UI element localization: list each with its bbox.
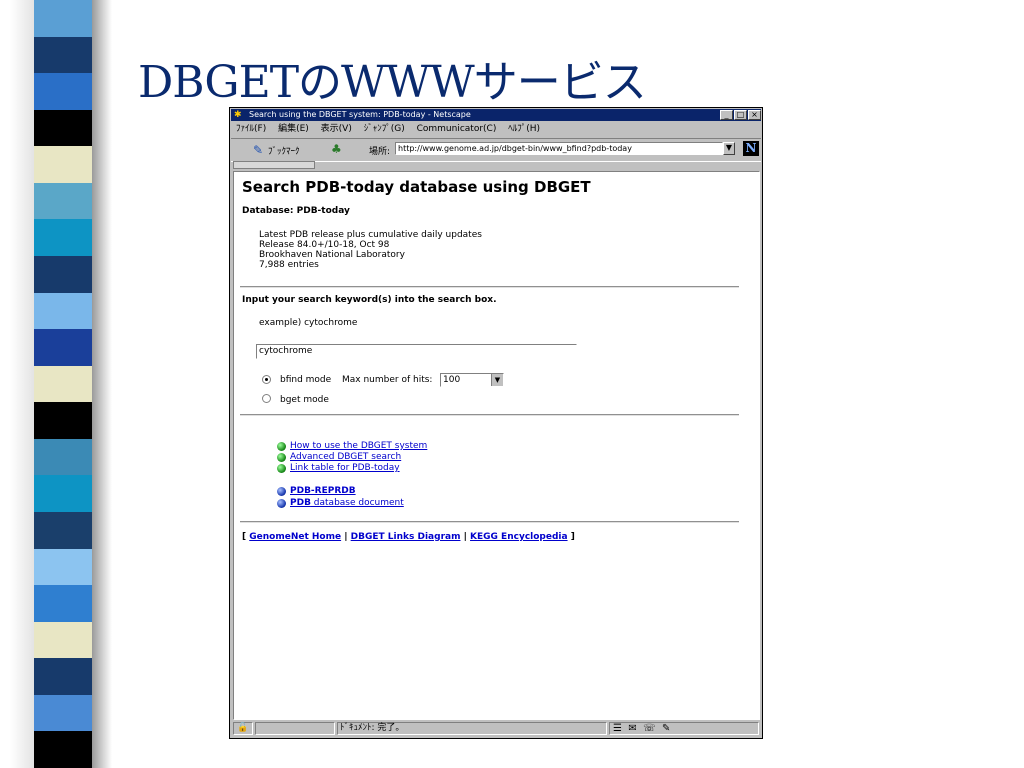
- page-proxy-icon[interactable]: ♣: [331, 142, 342, 156]
- stripe-band: [34, 402, 92, 440]
- blue-bullet-icon: [277, 487, 286, 496]
- input-prompt: Input your search keyword(s) into the se…: [242, 295, 497, 305]
- bookmark-icon[interactable]: ✎: [253, 143, 263, 157]
- kegg-encyclopedia-link[interactable]: KEGG Encyclopedia: [470, 532, 568, 542]
- page-heading: Search PDB-today database using DBGET: [242, 178, 591, 196]
- url-dropdown-button[interactable]: ▼: [723, 142, 735, 155]
- divider: [240, 286, 739, 288]
- max-hits-value: 100: [443, 375, 461, 385]
- bfind-mode-radio[interactable]: [262, 375, 271, 384]
- search-input[interactable]: cytochrome: [256, 344, 577, 359]
- netscape-icon: ✱: [234, 110, 242, 120]
- green-bullet-icon: [277, 464, 286, 473]
- location-label: 場所:: [369, 147, 391, 157]
- url-field[interactable]: http://www.genome.ad.jp/dbget-bin/www_bf…: [395, 142, 723, 155]
- netscape-logo: N: [743, 141, 759, 156]
- bookmarks-button[interactable]: ﾌﾞｯｸﾏｰｸ: [268, 144, 300, 157]
- database-label: Database: PDB-today: [242, 206, 350, 216]
- pdb-document-link-bold: PDB: [290, 498, 311, 508]
- decorative-stripe: [0, 0, 112, 768]
- menu-view[interactable]: 表示(V): [321, 122, 352, 136]
- composer-icon[interactable]: ✎: [662, 723, 670, 734]
- pdb-document-link[interactable]: PDB database document: [290, 498, 404, 508]
- stripe-band: [34, 694, 92, 733]
- green-bullet-icon: [277, 442, 286, 451]
- status-text: ﾄﾞｷｭﾒﾝﾄ: 完了。: [337, 722, 607, 735]
- stripe-band: [34, 548, 92, 587]
- location-toolbar: ✎ ﾌﾞｯｸﾏｰｸ ♣ 場所: http://www.genome.ad.jp/…: [231, 138, 761, 162]
- stripe-band: [34, 0, 92, 38]
- link-table-link[interactable]: Link table for PDB-today: [290, 463, 400, 473]
- stripe-band: [34, 292, 92, 331]
- stripe-band: [34, 109, 92, 148]
- info-line: Release 84.0+/10-18, Oct 98: [259, 240, 390, 250]
- status-bar: 🔓 ﾄﾞｷｭﾒﾝﾄ: 完了。 ☰ ✉ ☏ ✎: [231, 720, 761, 737]
- slide-title: DBGETのWWWサービス: [138, 57, 647, 108]
- divider: [240, 414, 739, 416]
- menu-go[interactable]: ｼﾞｬﾝﾌﾟ(G): [364, 122, 405, 136]
- browser-window: ✱ Search using the DBGET system: PDB-tod…: [229, 107, 763, 739]
- mail-icon[interactable]: ✉: [628, 723, 636, 734]
- pdb-document-link-rest: database document: [310, 498, 404, 508]
- stripe-band: [34, 73, 92, 111]
- window-title: Search using the DBGET system: PDB-today…: [249, 110, 471, 119]
- stripe-band: [34, 438, 92, 477]
- advanced-search-link[interactable]: Advanced DBGET search: [290, 452, 401, 462]
- stripe-band: [34, 219, 92, 257]
- menu-help[interactable]: ﾍﾙﾌﾟ(H): [508, 122, 540, 136]
- menu-edit[interactable]: 編集(E): [278, 122, 309, 136]
- stripe-band: [34, 182, 92, 221]
- max-hits-select[interactable]: 100 ▼: [440, 373, 504, 387]
- info-line: Brookhaven National Laboratory: [259, 250, 405, 260]
- close-button[interactable]: ×: [748, 110, 761, 120]
- navigator-icon[interactable]: ☰: [613, 723, 622, 734]
- divider: [240, 521, 739, 523]
- genomenet-home-link[interactable]: GenomeNet Home: [249, 532, 341, 542]
- bfind-mode-label: bfind mode: [280, 375, 332, 385]
- stripe-band: [34, 365, 92, 404]
- pdb-reprdb-link[interactable]: PDB-REPRDB: [290, 486, 356, 496]
- info-line: Latest PDB release plus cumulative daily…: [259, 230, 482, 240]
- security-icon[interactable]: 🔓: [233, 722, 253, 735]
- stripe-band: [34, 475, 92, 513]
- toolbar-grip[interactable]: [233, 161, 315, 169]
- stripe-band: [34, 731, 92, 768]
- stripe-band: [34, 621, 92, 660]
- chevron-down-icon[interactable]: ▼: [491, 374, 503, 386]
- stripe-band: [34, 256, 92, 294]
- stripe-band: [34, 512, 92, 550]
- menu-bar: ﾌｧｲﾙ(F) 編集(E) 表示(V) ｼﾞｬﾝﾌﾟ(G) Communicat…: [236, 122, 549, 136]
- max-hits-label: Max number of hits:: [342, 375, 433, 385]
- page-content: Search PDB-today database using DBGET Da…: [233, 171, 760, 720]
- menu-file[interactable]: ﾌｧｲﾙ(F): [236, 122, 266, 136]
- minimize-button[interactable]: _: [720, 110, 733, 120]
- footer-nav: [ GenomeNet Home | DBGET Links Diagram |…: [242, 532, 575, 542]
- progress-area: [255, 722, 335, 735]
- maximize-button[interactable]: □: [734, 110, 747, 120]
- discussions-icon[interactable]: ☏: [643, 723, 656, 734]
- dbget-links-diagram-link[interactable]: DBGET Links Diagram: [351, 532, 461, 542]
- blue-bullet-icon: [277, 499, 286, 508]
- stripe-band: [34, 658, 92, 696]
- stripe-band: [34, 146, 92, 184]
- title-bar: ✱ Search using the DBGET system: PDB-tod…: [231, 109, 761, 121]
- component-bar: ☰ ✉ ☏ ✎: [609, 722, 759, 735]
- menu-communicator[interactable]: Communicator(C): [417, 122, 497, 136]
- bget-mode-radio[interactable]: [262, 394, 271, 403]
- green-bullet-icon: [277, 453, 286, 462]
- bget-mode-label: bget mode: [280, 395, 329, 405]
- info-line: 7,988 entries: [259, 260, 319, 270]
- how-to-use-link[interactable]: How to use the DBGET system: [290, 441, 427, 451]
- stripe-band: [34, 329, 92, 367]
- example-text: example) cytochrome: [259, 318, 358, 328]
- stripe-band: [34, 36, 92, 75]
- stripe-band: [34, 585, 92, 623]
